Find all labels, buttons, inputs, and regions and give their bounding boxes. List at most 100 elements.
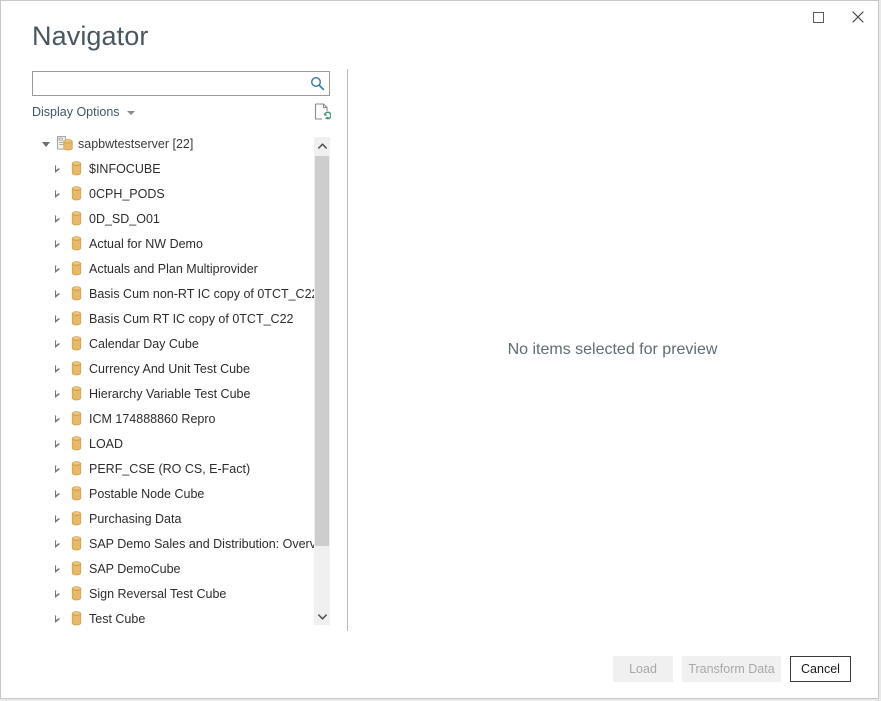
chevron-up-icon: [318, 143, 327, 149]
tree-item-label: Actual for NW Demo: [89, 237, 203, 251]
scroll-down-button[interactable]: [314, 608, 330, 625]
expand-toggle[interactable]: [49, 390, 65, 398]
tree-item-label: Test Cube: [89, 612, 145, 626]
tree-item[interactable]: Test Cube: [32, 606, 314, 631]
expand-toggle[interactable]: [49, 565, 65, 573]
tree-scrollbar[interactable]: [314, 137, 330, 625]
cube-icon: [65, 186, 87, 201]
cube-icon: [65, 286, 87, 301]
tree-item-label: $INFOCUBE: [89, 162, 161, 176]
tree-item[interactable]: ICM 174888860 Repro: [32, 406, 314, 431]
cube-icon: [65, 411, 87, 426]
tree-item[interactable]: SAP Demo Sales and Distribution: Overvie…: [32, 531, 314, 556]
expand-toggle[interactable]: [49, 615, 65, 623]
tree-item[interactable]: Sign Reversal Test Cube: [32, 581, 314, 606]
expand-toggle[interactable]: [49, 240, 65, 248]
search-box[interactable]: [32, 71, 330, 96]
cube-icon: [65, 311, 87, 326]
tree-item[interactable]: PERF_CSE (RO CS, E-Fact): [32, 456, 314, 481]
triangle-right-icon: [55, 340, 60, 348]
tree-item[interactable]: Actuals and Plan Multiprovider: [32, 256, 314, 281]
expand-toggle[interactable]: [49, 265, 65, 273]
search-icon[interactable]: [305, 76, 329, 91]
cube-icon: [65, 511, 87, 526]
transform-data-button[interactable]: Transform Data: [682, 656, 781, 682]
cube-icon: [65, 261, 87, 276]
cube-icon: [65, 561, 87, 576]
window-controls: [798, 1, 878, 33]
tree-item-label: Calendar Day Cube: [89, 337, 199, 351]
expand-toggle[interactable]: [49, 190, 65, 198]
cube-icon: [65, 336, 87, 351]
tree-item[interactable]: Purchasing Data: [32, 506, 314, 531]
triangle-right-icon: [55, 240, 60, 248]
tree-item-label: Hierarchy Variable Test Cube: [89, 387, 250, 401]
cancel-button[interactable]: Cancel: [790, 656, 851, 682]
maximize-button[interactable]: [798, 2, 838, 32]
triangle-right-icon: [55, 490, 60, 498]
expand-toggle[interactable]: [49, 515, 65, 523]
preview-pane: No items selected for preview: [348, 69, 877, 631]
tree-item[interactable]: Postable Node Cube: [32, 481, 314, 506]
expand-toggle[interactable]: [49, 415, 65, 423]
tree-item-label: Basis Cum non-RT IC copy of 0TCT_C22: [89, 287, 319, 301]
expand-toggle[interactable]: [49, 440, 65, 448]
tree-item-label: Sign Reversal Test Cube: [89, 587, 226, 601]
scrollbar-thumb[interactable]: [315, 156, 329, 546]
tree-item[interactable]: SAP DemoCube: [32, 556, 314, 581]
tree-item[interactable]: Calendar Day Cube: [32, 331, 314, 356]
triangle-right-icon: [55, 265, 60, 273]
tree-item-label: LOAD: [89, 437, 123, 451]
tree-list: sapbwtestserver [22] $INFOCUBE 0CPH_PODS 0D…: [32, 131, 314, 631]
triangle-right-icon: [55, 540, 60, 548]
tree-item[interactable]: Actual for NW Demo: [32, 231, 314, 256]
display-options-label: Display Options: [32, 105, 120, 119]
load-button[interactable]: Load: [613, 656, 673, 682]
expand-toggle[interactable]: [49, 540, 65, 548]
tree-item[interactable]: LOAD: [32, 431, 314, 456]
tree-item[interactable]: Hierarchy Variable Test Cube: [32, 381, 314, 406]
tree-item-label: PERF_CSE (RO CS, E-Fact): [89, 462, 250, 476]
close-button[interactable]: [838, 2, 878, 32]
cube-icon: [65, 386, 87, 401]
navigator-dialog: Navigator Display Options sapbwtestserve…: [0, 0, 879, 699]
tree-item[interactable]: $INFOCUBE: [32, 156, 314, 181]
expand-toggle[interactable]: [49, 490, 65, 498]
cube-icon: [65, 161, 87, 176]
cube-icon: [65, 211, 87, 226]
tree-item-label: 0CPH_PODS: [89, 187, 165, 201]
expand-toggle[interactable]: [49, 590, 65, 598]
search-input[interactable]: [33, 73, 305, 94]
expand-toggle[interactable]: [49, 165, 65, 173]
tree-item-label: Currency And Unit Test Cube: [89, 362, 250, 376]
triangle-right-icon: [55, 365, 60, 373]
expand-toggle[interactable]: [49, 215, 65, 223]
cube-icon: [65, 436, 87, 451]
expand-toggle[interactable]: [49, 465, 65, 473]
cube-icon: [65, 586, 87, 601]
tree-item-label: 0D_SD_O01: [89, 212, 160, 226]
triangle-right-icon: [55, 165, 60, 173]
tree-item[interactable]: 0CPH_PODS: [32, 181, 314, 206]
display-options-dropdown[interactable]: Display Options: [32, 105, 135, 119]
tree-item[interactable]: Currency And Unit Test Cube: [32, 356, 314, 381]
tree-item[interactable]: Basis Cum non-RT IC copy of 0TCT_C22: [32, 281, 314, 306]
page-title: Navigator: [32, 20, 148, 52]
dialog-footer: Load Transform Data Cancel: [1, 656, 878, 686]
scroll-up-button[interactable]: [314, 137, 330, 154]
tree-root-node[interactable]: sapbwtestserver [22]: [32, 131, 314, 156]
expand-toggle[interactable]: [49, 290, 65, 298]
cube-icon: [65, 236, 87, 251]
triangle-right-icon: [55, 415, 60, 423]
tree-item[interactable]: Basis Cum RT IC copy of 0TCT_C22: [32, 306, 314, 331]
tree-root-label: sapbwtestserver [22]: [78, 137, 193, 151]
object-tree-panel[interactable]: sapbwtestserver [22] $INFOCUBE 0CPH_PODS 0D…: [32, 131, 330, 631]
cube-icon: [65, 461, 87, 476]
tree-item-label: ICM 174888860 Repro: [89, 412, 215, 426]
expand-toggle[interactable]: [49, 315, 65, 323]
expand-toggle[interactable]: [49, 340, 65, 348]
tree-item[interactable]: 0D_SD_O01: [32, 206, 314, 231]
refresh-button[interactable]: [312, 102, 332, 122]
expand-toggle[interactable]: [49, 365, 65, 373]
collapse-toggle[interactable]: [38, 141, 54, 147]
